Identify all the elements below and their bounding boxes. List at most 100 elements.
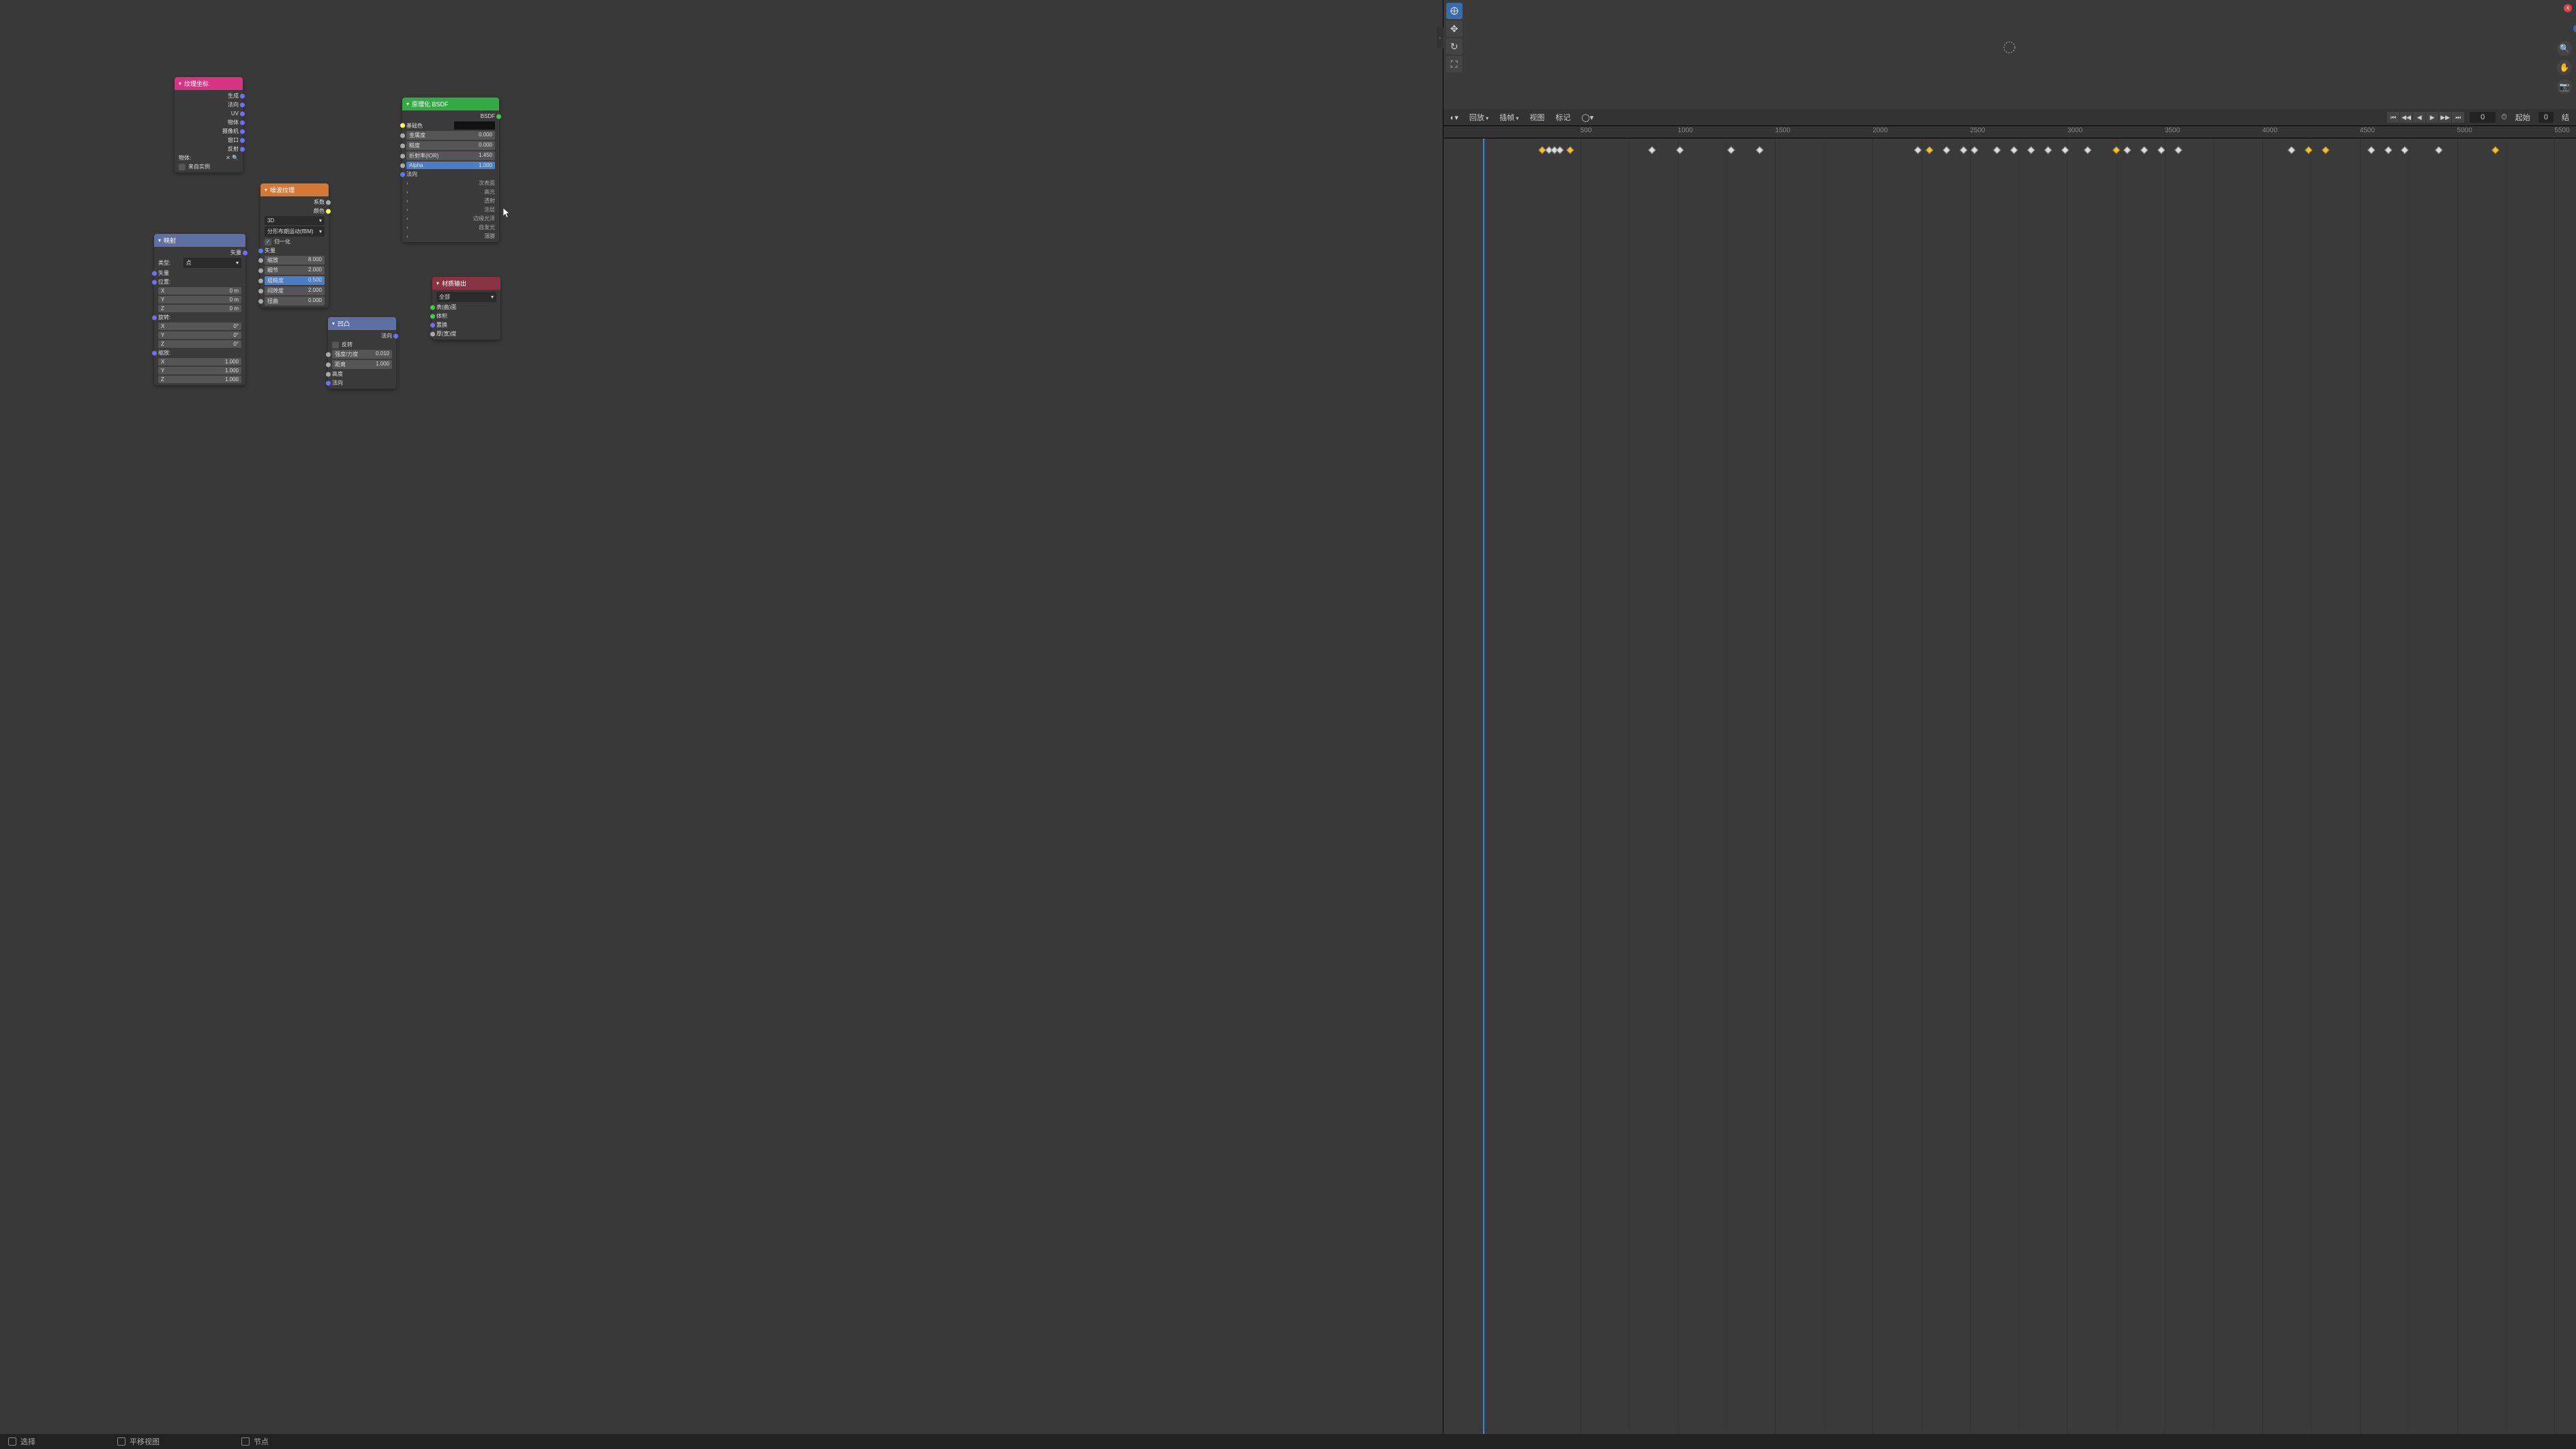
normalize-check[interactable]: 归一化: [260, 237, 329, 246]
keyframe[interactable]: [2435, 147, 2442, 154]
param-strength[interactable]: 强度/力度0.010: [328, 349, 396, 359]
output-generated[interactable]: 生成: [175, 91, 243, 100]
keyframe[interactable]: [2124, 147, 2131, 154]
param-distance[interactable]: 距离1.000: [328, 359, 396, 370]
keyframe[interactable]: [2367, 147, 2375, 154]
input-vector[interactable]: 矢量: [260, 246, 329, 255]
keyframe[interactable]: [1960, 147, 1967, 154]
tool-scale[interactable]: ⛶: [1446, 56, 1463, 72]
node-header[interactable]: ▾原理化 BSDF: [402, 98, 499, 110]
input-vector[interactable]: 矢量: [154, 269, 245, 278]
param-metallic[interactable]: 金属度0.000: [402, 130, 499, 140]
loc-y[interactable]: Y0 m: [154, 295, 245, 304]
node-header[interactable]: ▾凹凸: [328, 317, 396, 330]
keyframe[interactable]: [1756, 147, 1763, 154]
node-bsdf[interactable]: ▾原理化 BSDF BSDF 基础色 金属度0.000 糙度0.000 折射率(…: [402, 98, 499, 242]
keyframe[interactable]: [1727, 147, 1735, 154]
target-dropdown[interactable]: 全部▾: [432, 291, 500, 303]
rot-x[interactable]: X0°: [154, 322, 245, 331]
input-height[interactable]: 高度: [328, 370, 396, 378]
rot-y[interactable]: Y0°: [154, 331, 245, 340]
input-basecolor[interactable]: 基础色: [402, 121, 499, 130]
keyframe[interactable]: [2141, 147, 2148, 154]
node-mapping[interactable]: ▾映射 矢量 类型:点▾ 矢量 位置: X0 m Y0 m Z0 m 旋转: X…: [154, 234, 245, 385]
keyframe[interactable]: [1994, 147, 2001, 154]
input-displacement[interactable]: 置换: [432, 320, 500, 329]
output-reflection[interactable]: 反射: [175, 145, 243, 153]
playhead[interactable]: 0: [1483, 138, 1484, 1449]
color-swatch[interactable]: [454, 121, 495, 130]
node-editor[interactable]: ▾纹理坐标 生成 法向 UV 物体 摄像机 窗口 反射 物体:✕ 🔍 来自实例 …: [0, 0, 1443, 1449]
scale-x[interactable]: X1.000: [154, 357, 245, 366]
input-normal[interactable]: 法向: [402, 170, 499, 179]
output-fac[interactable]: 系数: [260, 198, 329, 207]
autokey-icon[interactable]: ◯▾: [1578, 112, 1596, 123]
keyframe[interactable]: [2011, 147, 2018, 154]
input-volume[interactable]: 体积: [432, 312, 500, 320]
output-camera[interactable]: 摄像机: [175, 127, 243, 136]
object-picker[interactable]: 物体:✕ 🔍: [175, 153, 243, 162]
node-header[interactable]: ▾映射: [154, 234, 245, 247]
keyframe[interactable]: [2044, 147, 2052, 154]
camera-icon[interactable]: 📷: [2557, 79, 2572, 94]
collapse-handle[interactable]: ›: [1437, 27, 1443, 48]
zoom-icon[interactable]: 🔍: [2557, 41, 2572, 56]
expand-thinfilm[interactable]: ›薄膜: [402, 232, 499, 241]
node-header[interactable]: ▾材质输出: [432, 277, 500, 290]
keyframe[interactable]: [1971, 147, 1978, 154]
play-button[interactable]: ▶: [2426, 112, 2438, 123]
clock-icon[interactable]: ⏱: [2501, 113, 2507, 122]
param-roughness[interactable]: 粗糙度0.500: [260, 275, 329, 286]
scale-z[interactable]: Z1.000: [154, 375, 245, 384]
tool-cursor[interactable]: [1446, 3, 1463, 19]
menu-marker[interactable]: 标记: [1553, 110, 1573, 124]
current-frame-field[interactable]: 0: [2470, 112, 2496, 123]
timeline-body[interactable]: 0: [1443, 138, 2576, 1449]
param-ior[interactable]: 折射率(IOR)1.450: [402, 151, 499, 161]
tool-move[interactable]: ✥: [1446, 20, 1463, 37]
node-bump[interactable]: ▾凹凸 法向 反转 强度/力度0.010 距离1.000 高度 法向: [328, 317, 396, 389]
expand-specular[interactable]: ›高光: [402, 188, 499, 196]
mode-dropdown[interactable]: 分形布朗运动(fBM)▾: [260, 226, 329, 237]
output-vector[interactable]: 矢量: [154, 248, 245, 257]
node-header[interactable]: ▾纹理坐标: [175, 77, 243, 90]
gizmo-z-axis[interactable]: [2573, 25, 2576, 33]
type-dropdown[interactable]: 类型:点▾: [154, 257, 245, 269]
keyframe[interactable]: [1648, 147, 1656, 154]
param-roughness[interactable]: 糙度0.000: [402, 140, 499, 151]
node-header[interactable]: ▾噪波纹理: [260, 183, 329, 196]
keyframe[interactable]: [1943, 147, 1950, 154]
expand-sheen[interactable]: ›边缘光泽: [402, 214, 499, 223]
prev-key-button[interactable]: ◀◀: [2400, 112, 2412, 123]
loc-z[interactable]: Z0 m: [154, 304, 245, 313]
param-distortion[interactable]: 扭曲0.000: [260, 296, 329, 306]
output-object[interactable]: 物体: [175, 118, 243, 127]
keyframe[interactable]: [2174, 147, 2182, 154]
start-frame-field[interactable]: 0: [2538, 112, 2553, 123]
keyframe[interactable]: [1926, 147, 1933, 154]
from-instancer-check[interactable]: 来自实例: [175, 162, 243, 171]
expand-coat[interactable]: ›涂层: [402, 205, 499, 214]
loc-x[interactable]: X0 m: [154, 286, 245, 295]
tool-rotate[interactable]: ↻: [1446, 38, 1463, 55]
keyframe[interactable]: [2322, 147, 2329, 154]
output-bsdf[interactable]: BSDF: [402, 112, 499, 121]
param-alpha[interactable]: Alpha1.000: [402, 161, 499, 170]
output-color[interactable]: 颜色: [260, 207, 329, 215]
menu-playback[interactable]: 回放: [1467, 110, 1491, 124]
output-normal[interactable]: 法向: [175, 100, 243, 109]
node-tex-coord[interactable]: ▾纹理坐标 生成 法向 UV 物体 摄像机 窗口 反射 物体:✕ 🔍 来自实例: [175, 77, 243, 173]
timeline-sync-icon[interactable]: ◐▾: [1448, 112, 1461, 123]
output-uv[interactable]: UV: [175, 109, 243, 118]
timeline[interactable]: ◐▾ 回放 插帧 视图 标记 ◯▾ ⏮ ◀◀ ◀ ▶ ▶▶ ⏭ 0 ⏱ 起始 0…: [1443, 109, 2576, 1449]
next-key-button[interactable]: ▶▶: [2439, 112, 2451, 123]
input-thickness[interactable]: 厚(宽)度: [432, 329, 500, 338]
node-output[interactable]: ▾材质输出 全部▾ 表(曲)面 体积 置换 厚(宽)度: [432, 277, 500, 340]
expand-subsurface[interactable]: ›次表面: [402, 179, 499, 188]
pan-icon[interactable]: ✋: [2557, 60, 2572, 75]
jump-start-button[interactable]: ⏮: [2387, 112, 2399, 123]
keyframe[interactable]: [2112, 147, 2120, 154]
keyframe[interactable]: [2384, 147, 2392, 154]
keyframe[interactable]: [2084, 147, 2091, 154]
invert-check[interactable]: 反转: [328, 340, 396, 349]
